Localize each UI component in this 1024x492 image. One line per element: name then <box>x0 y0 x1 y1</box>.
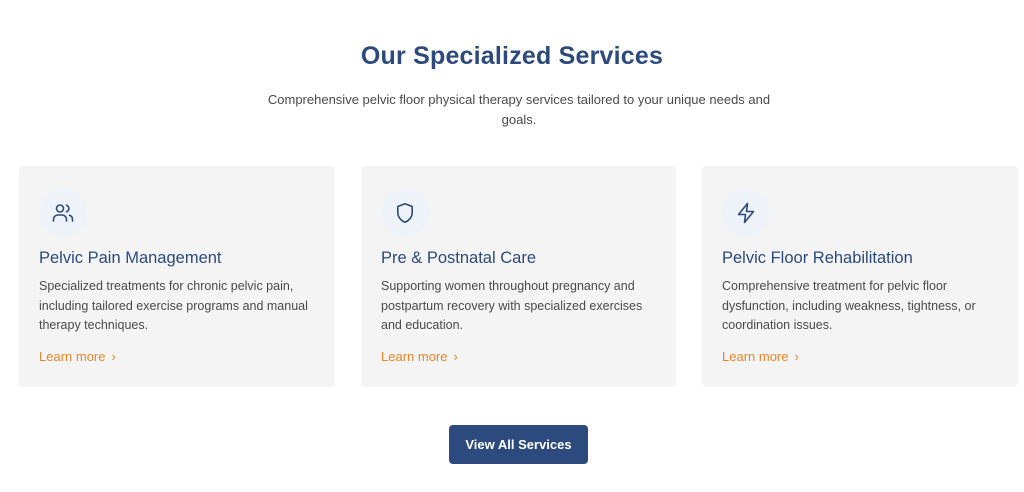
service-title: Pelvic Floor Rehabilitation <box>722 249 913 267</box>
learn-more-link[interactable]: Learn more › <box>381 349 458 364</box>
service-card-pelvic-pain: Pelvic Pain Management Specialized treat… <box>19 166 335 387</box>
service-card-rehabilitation: Pelvic Floor Rehabilitation Comprehensiv… <box>702 166 1018 387</box>
shield-icon <box>381 189 429 237</box>
service-description: Supporting women throughout pregnancy an… <box>381 279 643 332</box>
service-card-prenatal: Pre & Postnatal Care Supporting women th… <box>361 166 676 387</box>
learn-more-link[interactable]: Learn more › <box>722 349 799 364</box>
chevron-right-icon: › <box>111 349 116 364</box>
chevron-right-icon: › <box>453 349 458 364</box>
service-title: Pre & Postnatal Care <box>381 249 536 267</box>
users-icon <box>39 189 87 237</box>
view-all-services-button[interactable]: View All Services <box>449 425 588 464</box>
learn-more-link[interactable]: Learn more › <box>39 349 116 364</box>
service-description: Comprehensive treatment for pelvic floor… <box>722 279 976 332</box>
service-title: Pelvic Pain Management <box>39 249 222 267</box>
lightning-icon <box>722 189 770 237</box>
learn-more-label: Learn more <box>722 349 789 364</box>
learn-more-label: Learn more <box>39 349 106 364</box>
section-subtitle: Comprehensive pelvic floor physical ther… <box>267 92 771 127</box>
service-description: Specialized treatments for chronic pelvi… <box>39 279 308 332</box>
section-title: Our Specialized Services <box>360 42 664 70</box>
chevron-right-icon: › <box>794 349 799 364</box>
learn-more-label: Learn more <box>381 349 448 364</box>
